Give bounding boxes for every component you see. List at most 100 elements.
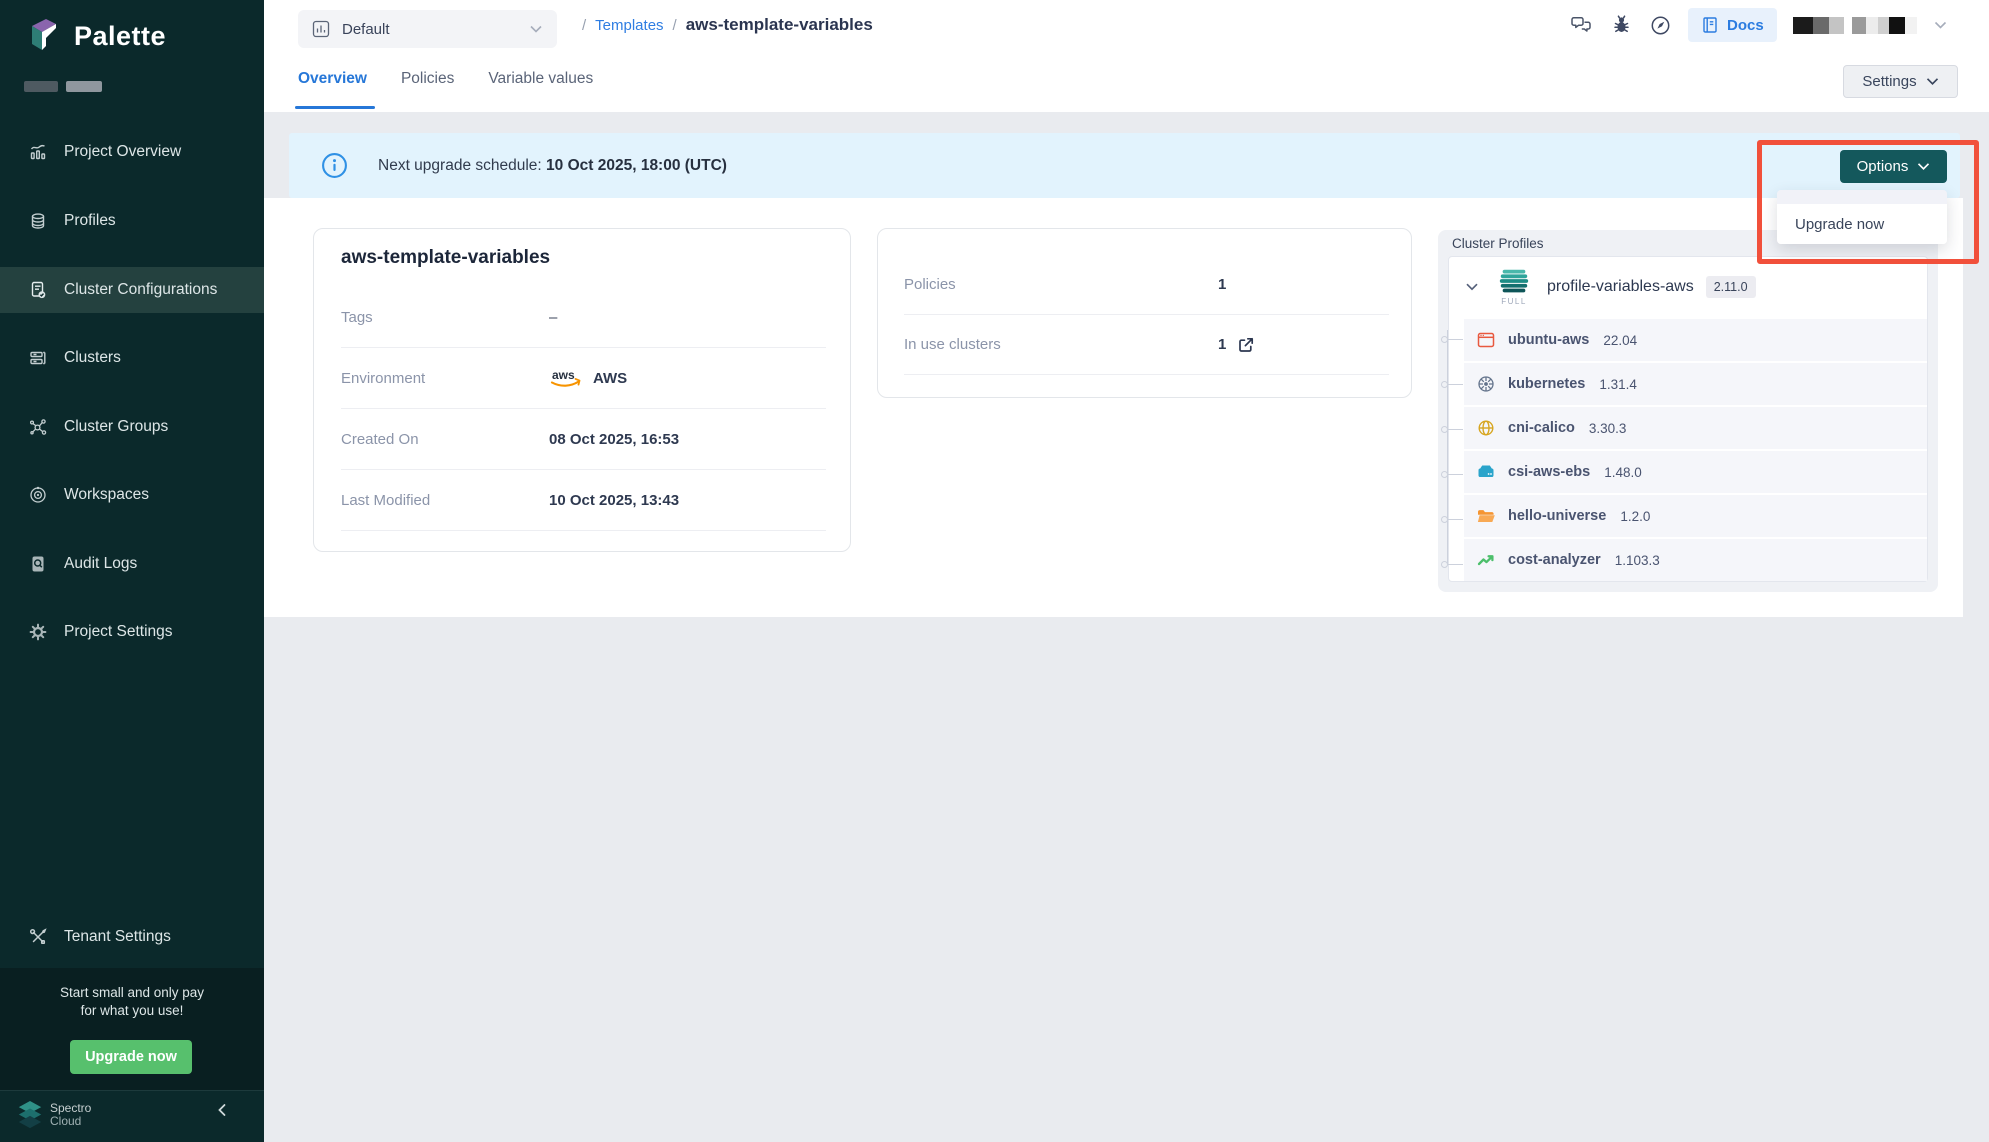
sidebar-item-project-settings[interactable]: Project Settings	[0, 609, 264, 655]
breadcrumb-link-templates[interactable]: Templates	[595, 17, 663, 34]
redacted-account-name2	[1852, 17, 1917, 34]
pack-row-cost-analyzer[interactable]: cost-analyzer 1.103.3	[1464, 539, 1927, 581]
active-tab-underline	[295, 106, 375, 109]
row-value: –	[549, 309, 557, 326]
in-use-clusters-count: 1	[1218, 336, 1226, 353]
profile-stack-icon	[1497, 269, 1531, 294]
upgrade-promo: Start small and only pay for what you us…	[0, 968, 264, 1090]
chevron-down-icon	[1917, 162, 1930, 171]
audit-logs-icon	[28, 554, 48, 574]
os-window-icon	[1476, 330, 1496, 350]
options-button[interactable]: Options	[1840, 150, 1947, 183]
tree-connector-dot	[1441, 516, 1448, 523]
external-link-icon[interactable]	[1236, 335, 1256, 355]
compass-icon[interactable]	[1649, 14, 1672, 37]
upgrade-now-button[interactable]: Upgrade now	[70, 1040, 192, 1074]
trend-up-icon	[1476, 550, 1496, 570]
breadcrumb-separator: /	[582, 17, 586, 34]
redacted-chip	[66, 81, 102, 92]
tabs-row: Overview Policies Variable values Settin…	[264, 50, 1989, 112]
sidebar-item-workspaces[interactable]: Workspaces	[0, 472, 264, 518]
pack-row-kubernetes[interactable]: kubernetes 1.31.4	[1464, 363, 1927, 405]
menu-item-upgrade-now[interactable]: Upgrade now	[1777, 204, 1947, 244]
sidebar-item-label: Cluster Configurations	[64, 281, 217, 299]
pack-row-hello-universe[interactable]: hello-universe 1.2.0	[1464, 495, 1927, 537]
sidebar-item-audit-logs[interactable]: Audit Logs	[0, 541, 264, 587]
profiles-icon	[28, 211, 48, 231]
profile-version-badge: 2.11.0	[1706, 276, 1756, 298]
pack-name: hello-universe	[1508, 508, 1606, 524]
book-icon	[1701, 16, 1719, 34]
tree-connector-line	[1447, 330, 1448, 564]
topbar-actions: Docs	[1569, 0, 1948, 50]
tree-connector	[1448, 384, 1463, 385]
bug-icon[interactable]	[1610, 14, 1633, 36]
pack-row-ubuntu-aws[interactable]: ubuntu-aws 22.04	[1464, 319, 1927, 361]
redacted-chip	[24, 81, 58, 92]
aws-logo-icon: aws	[549, 367, 583, 390]
bar-chart-icon	[312, 20, 330, 38]
in-use-clusters-row: In use clusters 1	[904, 315, 1389, 375]
sidebar-footer: Spectro Cloud	[0, 1090, 264, 1142]
chevron-down-icon	[529, 24, 543, 34]
template-name-title: aws-template-variables	[341, 247, 550, 269]
upgrade-schedule-banner: Next upgrade schedule: 10 Oct 2025, 18:0…	[289, 133, 1960, 198]
project-selector[interactable]: Default	[298, 10, 557, 48]
pack-row-csi-aws-ebs[interactable]: csi-aws-ebs 1.48.0	[1464, 451, 1927, 493]
tree-connector-dot	[1441, 426, 1448, 433]
brand[interactable]: Palette	[26, 16, 166, 56]
tree-connector	[1448, 564, 1463, 565]
tab-policies[interactable]: Policies	[401, 70, 454, 88]
chevron-down-icon[interactable]	[1465, 282, 1479, 292]
kubernetes-wheel-icon	[1476, 374, 1496, 394]
tree-connector	[1448, 474, 1463, 475]
tree-connector	[1448, 429, 1463, 430]
page: Palette Project Overview	[0, 0, 1989, 1142]
gear-icon	[28, 622, 48, 642]
sidebar-item-label: Cluster Groups	[64, 418, 168, 436]
sidebar-item-label: Profiles	[64, 212, 116, 230]
tree-connector	[1448, 339, 1463, 340]
sidebar-item-cluster-configurations[interactable]: Cluster Configurations	[0, 267, 264, 313]
row-label: Created On	[341, 431, 549, 448]
banner-prefix: Next upgrade schedule:	[378, 157, 546, 174]
tree-connector-dot	[1441, 471, 1448, 478]
pack-name: ubuntu-aws	[1508, 332, 1589, 348]
chat-icon[interactable]	[1569, 14, 1594, 36]
settings-button[interactable]: Settings	[1843, 65, 1958, 98]
settings-button-label: Settings	[1862, 73, 1916, 90]
docs-button[interactable]: Docs	[1688, 8, 1777, 42]
redacted-account-name[interactable]	[1793, 17, 1844, 34]
profile-header-row[interactable]: FULL profile-variables-aws 2.11.0	[1449, 257, 1927, 317]
pack-row-cni-calico[interactable]: cni-calico 3.30.3	[1464, 407, 1927, 449]
sidebar-item-label: Workspaces	[64, 486, 149, 504]
promo-text-line1: Start small and only pay	[0, 984, 264, 1002]
sidebar-item-profiles[interactable]: Profiles	[0, 198, 264, 244]
account-chevron-down-icon[interactable]	[1933, 20, 1948, 30]
sidebar-item-project-overview[interactable]: Project Overview	[0, 129, 264, 175]
sidebar-item-label: Clusters	[64, 349, 121, 367]
tab-variable-values[interactable]: Variable values	[488, 70, 593, 88]
pack-version: 1.2.0	[1620, 509, 1650, 524]
svg-text:aws: aws	[552, 368, 575, 382]
profile-name: profile-variables-aws	[1547, 278, 1694, 296]
sidebar-item-cluster-groups[interactable]: Cluster Groups	[0, 404, 264, 450]
sidebar-collapse-chevron-icon[interactable]	[214, 1101, 230, 1119]
tree-connector-dot	[1441, 381, 1448, 388]
last-modified-row: Last Modified 10 Oct 2025, 13:43	[341, 470, 826, 531]
sidebar-item-tenant-settings[interactable]: Tenant Settings	[0, 914, 264, 960]
environment-row: Environment aws AWS	[341, 348, 826, 409]
project-selector-value: Default	[342, 21, 517, 38]
policies-row: Policies 1	[904, 255, 1389, 315]
tab-overview[interactable]: Overview	[298, 70, 367, 88]
created-on-row: Created On 08 Oct 2025, 16:53	[341, 409, 826, 470]
cluster-configurations-icon	[28, 280, 48, 300]
banner-text: Next upgrade schedule: 10 Oct 2025, 18:0…	[378, 157, 727, 175]
breadcrumb-separator: /	[673, 17, 677, 34]
banner-schedule: 10 Oct 2025, 18:00 (UTC)	[546, 157, 727, 174]
cluster-groups-icon	[28, 417, 48, 437]
sidebar-item-clusters[interactable]: Clusters	[0, 335, 264, 381]
row-label: Last Modified	[341, 492, 549, 509]
folder-icon	[1476, 506, 1496, 526]
cluster-profiles-title: Cluster Profiles	[1452, 236, 1544, 251]
